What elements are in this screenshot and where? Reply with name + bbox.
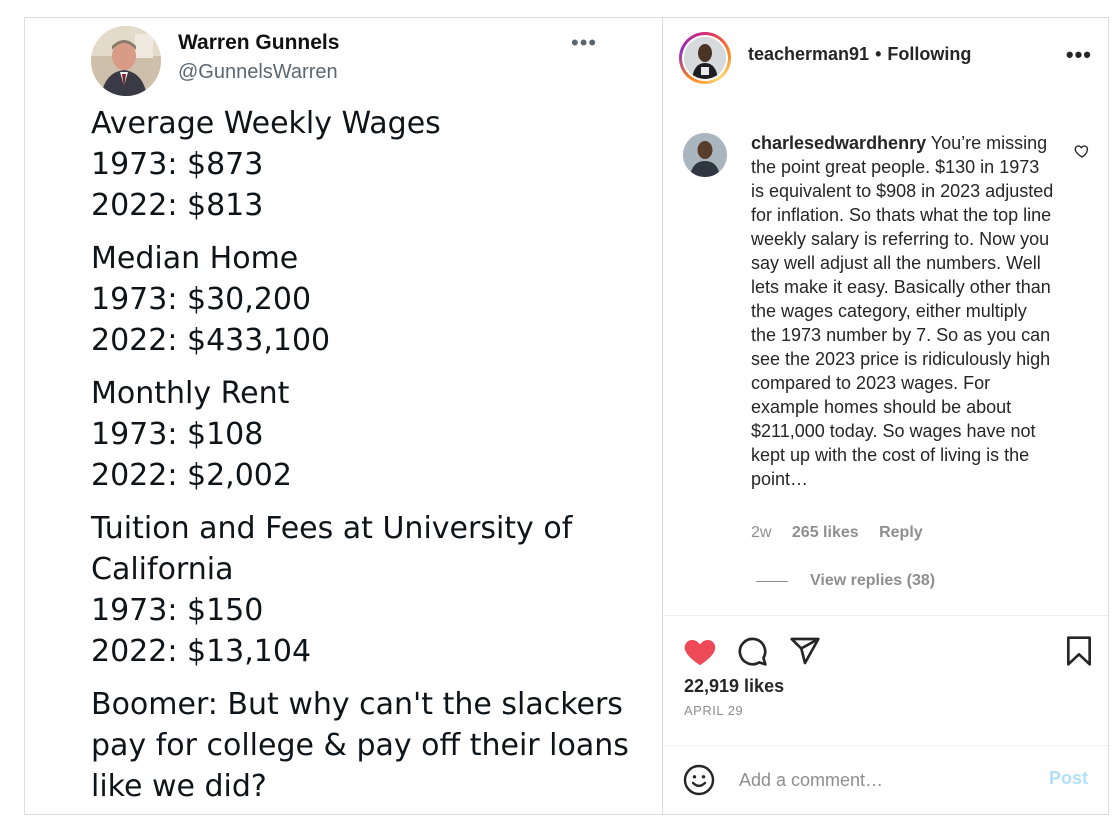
smiley-icon[interactable] — [683, 764, 715, 801]
tweet-line: Boomer: But why can't the slackers pay f… — [91, 687, 629, 804]
tweet-block-home: Median Home 1973: $30,200 2022: $433,100 — [91, 238, 651, 361]
tweet-block-rent: Monthly Rent 1973: $108 2022: $2,002 — [91, 373, 651, 496]
post-comment-button[interactable]: Post — [1049, 768, 1088, 789]
tweet-line: 2022: $813 — [91, 188, 264, 223]
instagram-post: Warren Gunnels @GunnelsWarren ••• Averag… — [24, 17, 1109, 815]
tweet-author-avatar — [91, 26, 161, 96]
post-author: teacherman91 • Following — [748, 44, 971, 65]
following-button[interactable]: Following — [887, 44, 971, 64]
comment-bubble-icon[interactable] — [736, 635, 768, 672]
paper-plane-icon[interactable] — [789, 635, 821, 672]
comment-likes[interactable]: 265 likes — [792, 524, 859, 541]
post-sidebar: teacherman91 • Following ••• charlesedward… — [663, 18, 1108, 814]
comment-like-icon[interactable] — [1074, 143, 1090, 164]
heart-fill — [684, 639, 716, 666]
tweet-block-tuition: Tuition and Fees at University of Califo… — [91, 508, 651, 672]
author-avatar-story-ring[interactable] — [679, 32, 731, 84]
tweet-line: Tuition and Fees at University of Califo… — [91, 511, 573, 587]
heart-icon[interactable] — [683, 635, 717, 672]
reply-button[interactable]: Reply — [879, 524, 923, 541]
post-image[interactable]: Warren Gunnels @GunnelsWarren ••• Averag… — [25, 18, 663, 814]
author-avatar — [684, 37, 726, 79]
view-replies-label: View replies (38) — [810, 572, 936, 589]
tweet-author-name: Warren Gunnels — [178, 31, 340, 54]
tweet-author-handle: @GunnelsWarren — [178, 61, 338, 83]
tweet-more-icon: ••• — [571, 30, 598, 55]
comment-composer: Post — [683, 762, 1088, 798]
tweet-line: Monthly Rent — [91, 376, 290, 411]
add-comment-input[interactable] — [737, 766, 1031, 794]
tweet-line: Average Weekly Wages — [91, 106, 441, 141]
tweet-block-boomer: Boomer: But why can't the slackers pay f… — [91, 684, 651, 807]
bookmark-icon[interactable] — [1065, 635, 1093, 672]
view-replies-button[interactable]: View replies (38) — [756, 572, 935, 590]
tweet-line: Median Home — [91, 241, 299, 276]
tweet-text: Average Weekly Wages 1973: $873 2022: $8… — [91, 103, 651, 819]
tweet-line: 2022: $433,100 — [91, 323, 331, 358]
author-username[interactable]: teacherman91 — [748, 44, 869, 64]
tweet-block-wages: Average Weekly Wages 1973: $873 2022: $8… — [91, 103, 651, 226]
divider — [663, 615, 1108, 616]
comment-age[interactable]: 2w — [751, 524, 771, 541]
commenter-avatar[interactable] — [683, 133, 727, 177]
comment-meta: 2w 265 likes Reply — [751, 524, 939, 542]
commenter-username[interactable]: charlesedwardhenry — [751, 133, 926, 153]
tweet-line: 1973: $873 — [91, 147, 264, 182]
post-date[interactable]: APRIL 29 — [684, 703, 743, 718]
replies-divider — [756, 580, 788, 582]
tweet-line: 1973: $150 — [91, 593, 264, 628]
comment-text: You’re missing the point great people. $… — [751, 133, 1054, 489]
tweet-line: 2022: $13,104 — [91, 634, 312, 669]
post-actions — [683, 635, 1093, 669]
separator-dot: • — [875, 44, 882, 64]
tweet-line: 1973: $30,200 — [91, 282, 312, 317]
post-likes-count[interactable]: 22,919 likes — [684, 676, 784, 697]
comment-body: charlesedwardhenry You’re missing the po… — [751, 131, 1055, 491]
divider — [663, 745, 1108, 746]
more-options-icon[interactable]: ••• — [1066, 42, 1092, 68]
tweet-line: 1973: $108 — [91, 417, 264, 452]
tweet-line: 2022: $2,002 — [91, 458, 292, 493]
